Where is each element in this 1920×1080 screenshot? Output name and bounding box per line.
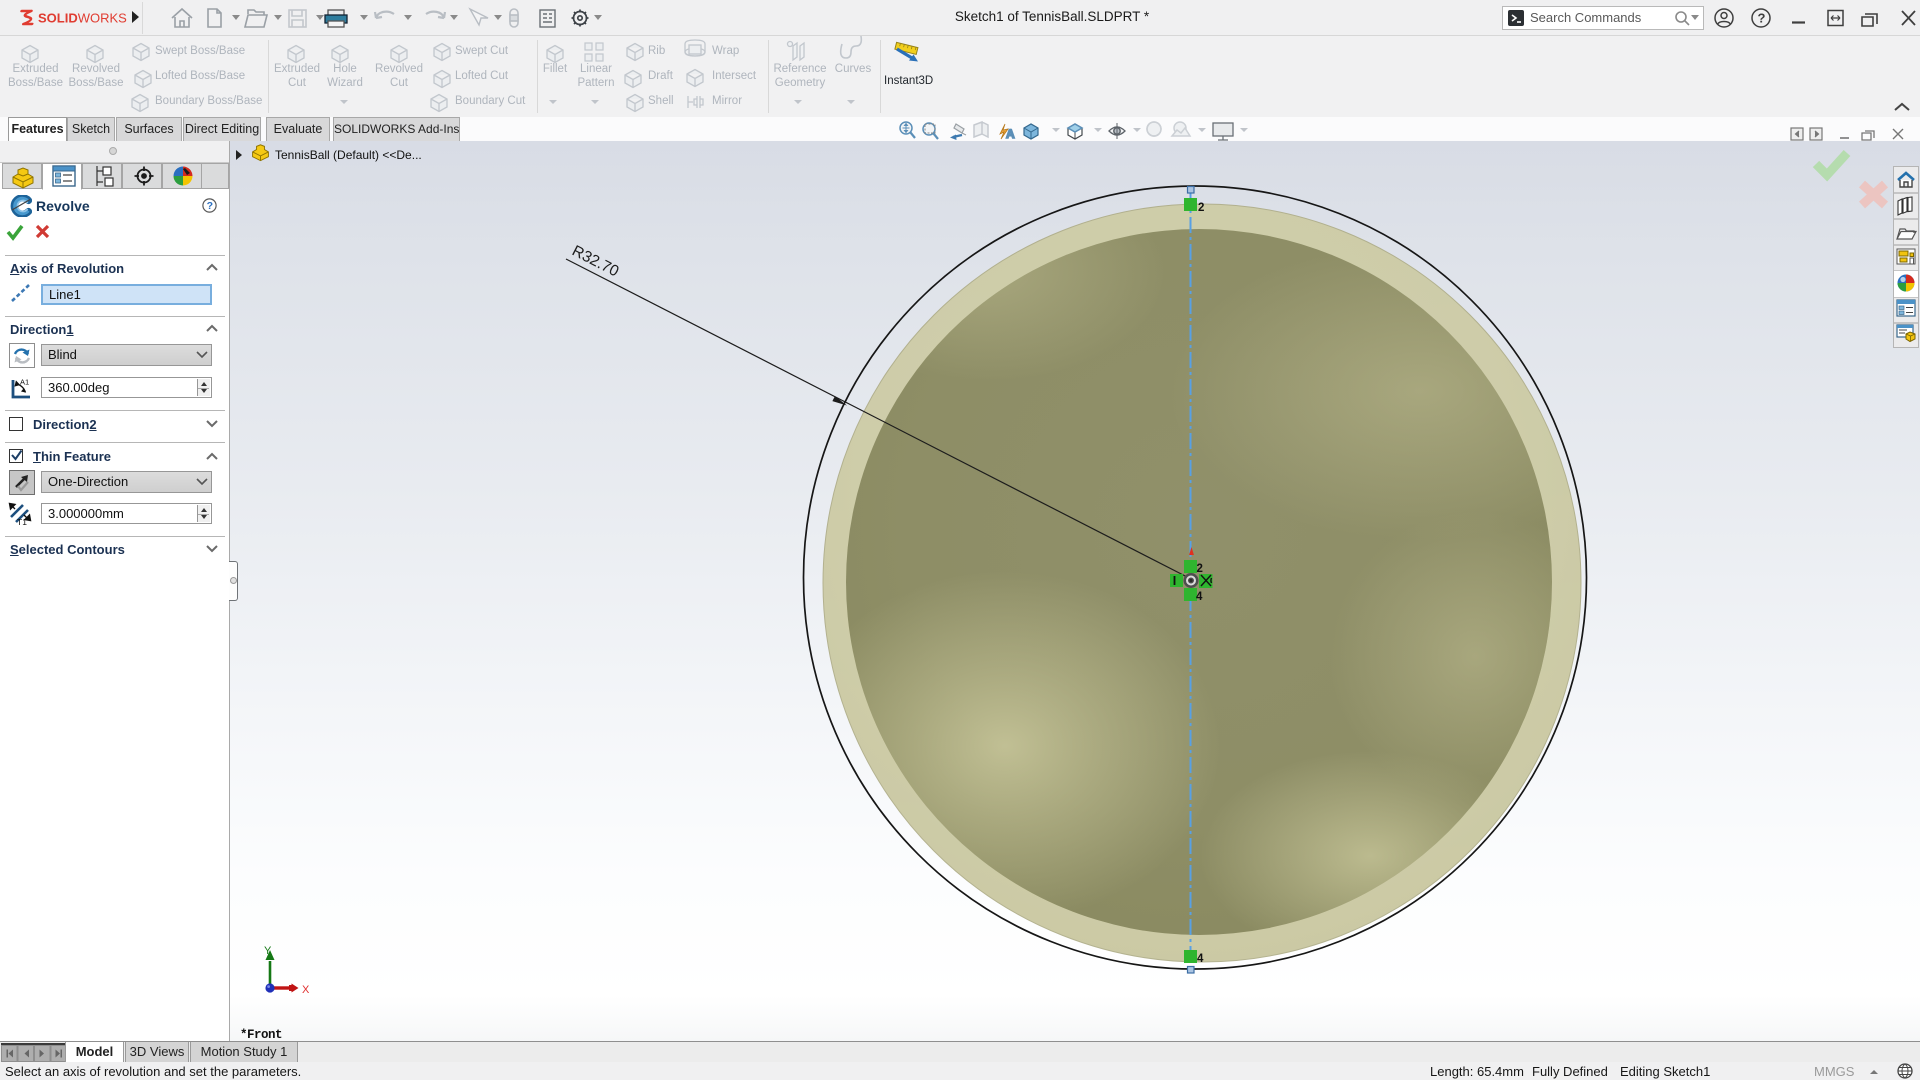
svg-text:2: 2 bbox=[1198, 202, 1204, 214]
svg-text:*Front: *Front bbox=[240, 1028, 282, 1041]
svg-text:R32.70: R32.70 bbox=[569, 242, 622, 280]
svg-text:4: 4 bbox=[1196, 591, 1203, 603]
svg-text:X: X bbox=[302, 984, 310, 996]
svg-text:?: ? bbox=[207, 200, 213, 212]
svg-text:4: 4 bbox=[1197, 953, 1204, 965]
svg-text:2: 2 bbox=[1197, 563, 1203, 575]
svg-text:Y: Y bbox=[264, 945, 272, 957]
svg-text:SOLIDWORKS: SOLIDWORKS bbox=[38, 11, 127, 26]
svg-text:A: A bbox=[1006, 127, 1015, 141]
svg-text:?: ? bbox=[1758, 11, 1766, 26]
svg-text:A1: A1 bbox=[20, 378, 29, 387]
svg-text:T1: T1 bbox=[17, 517, 27, 527]
